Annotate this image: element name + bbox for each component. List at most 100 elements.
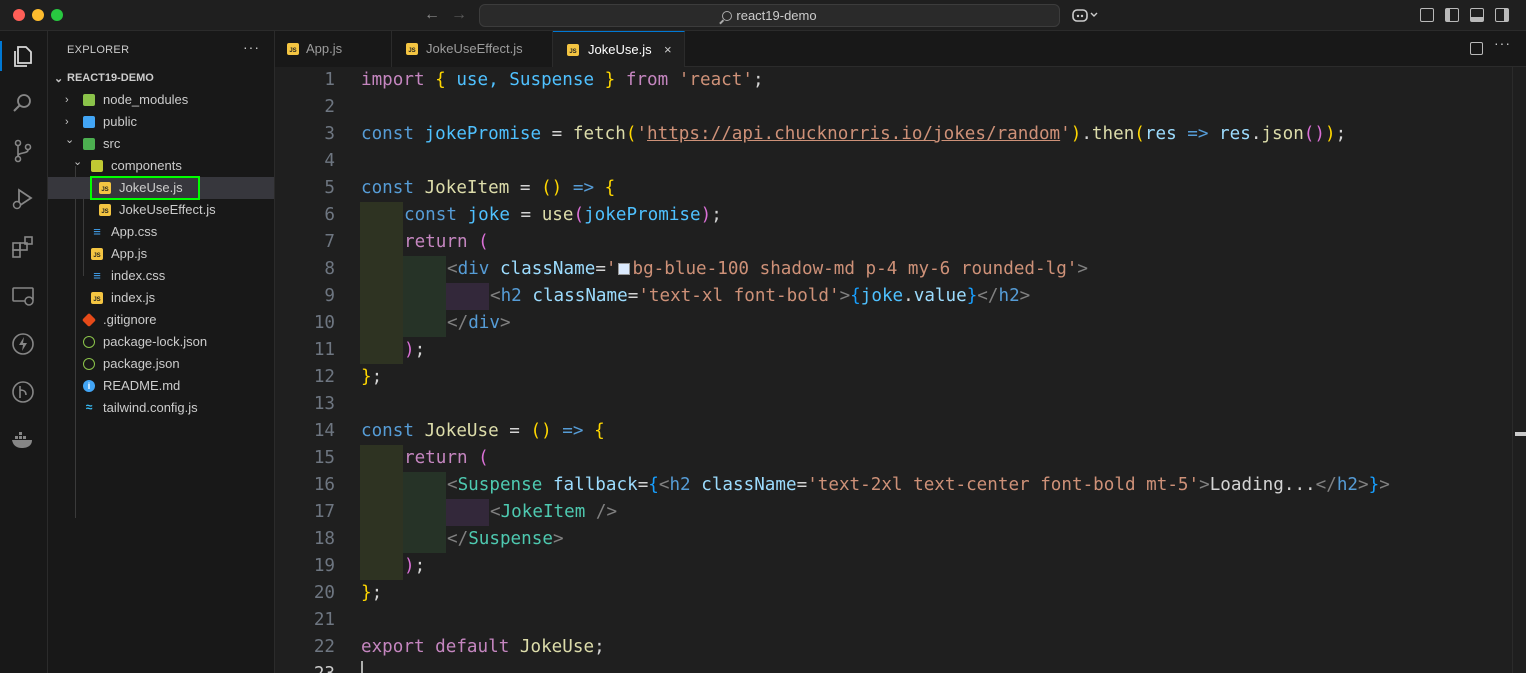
js-file-icon: JS: [91, 292, 103, 304]
toggle-primary-sidebar-icon[interactable]: [1445, 8, 1459, 22]
indent-highlight: [446, 283, 489, 310]
tab-app-js[interactable]: JS App.js: [275, 31, 392, 67]
explorer-more-icon[interactable]: ···: [243, 39, 260, 55]
line-number: 9: [324, 286, 335, 306]
tree-item-app-js[interactable]: JS App.js: [48, 243, 274, 265]
indent-highlight: [403, 472, 446, 553]
line-number: 7: [324, 232, 335, 252]
line-number: 1: [324, 70, 335, 90]
run-debug-icon[interactable]: [10, 186, 36, 212]
lightning-icon[interactable]: [10, 331, 36, 357]
line-number: 10: [313, 313, 335, 333]
tree-item-app-css[interactable]: ≡ App.css: [48, 221, 274, 243]
line-number: 18: [313, 529, 335, 549]
active-indicator: [0, 41, 2, 71]
tab-jokeuse-js[interactable]: JS JokeUse.js ×: [553, 31, 685, 68]
tree-item-node-modules[interactable]: › node_modules: [48, 89, 274, 111]
command-center-search[interactable]: react19-demo: [479, 4, 1060, 27]
code-line-11: );: [404, 340, 426, 360]
editor-more-icon[interactable]: ···: [1494, 35, 1511, 51]
color-swatch[interactable]: [617, 263, 630, 275]
tree-item-tailwind-config-js[interactable]: ≈ tailwind.config.js: [48, 397, 274, 419]
code-line-18: </Suspense>: [447, 529, 564, 549]
git-graph-icon[interactable]: [10, 379, 36, 405]
npm-file-icon: [83, 336, 95, 348]
activity-bar: [0, 31, 48, 673]
workspace-root-folder[interactable]: ⌄ REACT19-DEMO: [48, 67, 275, 89]
editor-scrollbar[interactable]: [1512, 67, 1526, 673]
folder-node-icon: [83, 94, 95, 106]
back-arrow-icon[interactable]: ←: [424, 6, 440, 24]
code-line-17: <JokeItem />: [490, 502, 618, 522]
line-number: 13: [313, 394, 335, 414]
folder-src-icon: [83, 138, 95, 150]
tree-item-components[interactable]: ⌄ components: [48, 155, 274, 177]
copilot-icon[interactable]: [1072, 7, 1100, 23]
indent-highlight: [360, 445, 403, 580]
explorer-title: EXPLORER: [67, 44, 130, 56]
code-line-3: const jokePromise = fetch('https://api.c…: [361, 124, 1347, 144]
git-file-icon: [81, 312, 97, 328]
docker-icon[interactable]: [10, 427, 36, 453]
window-maximize-button[interactable]: [51, 9, 63, 21]
line-number: 12: [313, 367, 335, 387]
line-number: 19: [313, 556, 335, 576]
forward-arrow-icon[interactable]: →: [451, 6, 467, 24]
line-number: 5: [324, 178, 335, 198]
highlight-annotation-box: [90, 176, 200, 200]
indent-highlight: [403, 256, 446, 337]
code-editor[interactable]: 1234567891011121314151617181920212223 im…: [275, 67, 1526, 673]
tree-item-public[interactable]: › public: [48, 111, 274, 133]
toggle-secondary-sidebar-icon[interactable]: [1495, 8, 1509, 22]
line-number: 6: [324, 205, 335, 225]
toggle-panel-icon[interactable]: [1470, 8, 1484, 22]
line-number: 22: [313, 637, 335, 657]
code-line-6: const joke = use(jokePromise);: [404, 205, 722, 225]
line-number: 8: [324, 259, 335, 279]
text-cursor: [361, 661, 363, 673]
line-number: 23: [275, 661, 335, 673]
npm-file-icon: [83, 358, 95, 370]
remote-explorer-icon[interactable]: [10, 283, 36, 309]
close-tab-icon[interactable]: ×: [664, 32, 672, 68]
tree-item-package-lock-json[interactable]: package-lock.json: [48, 331, 274, 353]
code-line-14: const JokeUse = () => {: [361, 421, 605, 441]
code-line-12: };: [361, 367, 383, 387]
tree-item-index-css[interactable]: ≡ index.css: [48, 265, 274, 287]
split-editor-icon[interactable]: [1470, 42, 1483, 55]
line-number: 20: [313, 583, 335, 603]
code-line-9: <h2 className='text-xl font-bold'>{joke.…: [490, 286, 1031, 306]
info-file-icon: i: [83, 380, 95, 392]
css-file-icon: ≡: [93, 268, 101, 283]
window-close-button[interactable]: [13, 9, 25, 21]
code-line-19: );: [404, 556, 426, 576]
source-control-icon[interactable]: [10, 138, 36, 164]
explorer-icon[interactable]: [10, 43, 36, 69]
indent-highlight: [360, 202, 403, 364]
folder-components-icon: [91, 160, 103, 172]
tree-item-jokeuseeffect-js[interactable]: JS JokeUseEffect.js: [48, 199, 274, 221]
line-number: 21: [313, 610, 335, 630]
window-minimize-button[interactable]: [32, 9, 44, 21]
js-file-icon: JS: [406, 43, 418, 55]
line-number: 15: [313, 448, 335, 468]
js-file-icon: JS: [99, 204, 111, 216]
code-line-22: export default JokeUse;: [361, 637, 605, 657]
line-number: 14: [313, 421, 335, 441]
tree-item-index-js[interactable]: JS index.js: [48, 287, 274, 309]
explorer-sidebar: EXPLORER ··· ⌄ REACT19-DEMO › node_modul…: [48, 31, 275, 673]
tree-item-gitignore[interactable]: .gitignore: [48, 309, 274, 331]
editor-tab-bar: JS App.js JS JokeUseEffect.js JS JokeUse…: [275, 31, 1526, 68]
customize-layout-icon[interactable]: [1420, 8, 1434, 22]
js-file-icon: JS: [287, 43, 299, 55]
chevron-down-icon: ⌄: [65, 134, 75, 146]
tab-jokeuseeffect-js[interactable]: JS JokeUseEffect.js: [392, 31, 553, 67]
search-icon[interactable]: [10, 90, 36, 116]
tree-item-package-json[interactable]: package.json: [48, 353, 274, 375]
line-number: 2: [324, 97, 335, 117]
scrollbar-cursor-marker: [1515, 432, 1526, 436]
tree-item-readme-md[interactable]: i README.md: [48, 375, 274, 397]
title-bar: ← → react19-demo: [0, 0, 1526, 31]
line-number: 4: [324, 151, 335, 171]
extensions-icon[interactable]: [10, 234, 36, 260]
